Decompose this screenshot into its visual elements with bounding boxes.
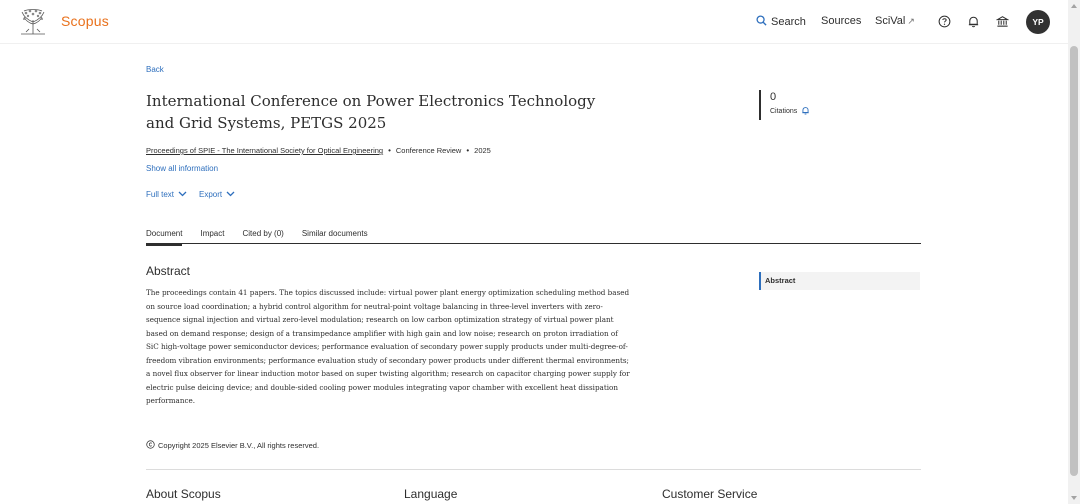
footer-language: Language (404, 487, 458, 501)
document-type: Conference Review (395, 146, 462, 155)
full-text-label: Full text (146, 190, 175, 199)
tab-impact[interactable]: Impact (191, 229, 233, 244)
export-label: Export (199, 190, 223, 199)
scival-nav-label: SciVal (875, 15, 906, 27)
document-actions: Full text Export (146, 190, 235, 199)
scroll-down-arrow-icon[interactable] (1071, 496, 1077, 500)
tab-cited-by[interactable]: Cited by (0) (233, 229, 292, 244)
footer-about-scopus: About Scopus (146, 487, 221, 501)
citation-alert-bell-icon[interactable] (801, 106, 810, 117)
meta-separator: • (466, 146, 470, 155)
citations-label: Citations (770, 108, 798, 115)
tab-document[interactable]: Document (146, 229, 191, 246)
source-title-link[interactable]: Proceedings of SPIE - The International … (146, 146, 383, 155)
chevron-down-icon (178, 190, 187, 199)
citations-label-row: Citations (770, 106, 810, 117)
scival-nav-link[interactable]: SciVal ↗ (875, 15, 915, 27)
export-button[interactable]: Export (199, 190, 235, 199)
abstract-text: The proceedings contain 41 papers. The t… (146, 288, 630, 405)
scroll-up-arrow-icon[interactable] (1071, 4, 1077, 8)
help-icon[interactable] (936, 13, 952, 29)
top-bar: Scopus Search Sources SciVal ↗ YP (0, 0, 1068, 44)
search-nav-link[interactable]: Search (756, 15, 806, 29)
document-meta: Proceedings of SPIE - The International … (146, 146, 491, 155)
document-tabs: Document Impact Cited by (0) Similar doc… (146, 229, 921, 246)
back-link[interactable]: Back (146, 65, 164, 74)
sources-nav-link[interactable]: Sources (821, 15, 861, 27)
publication-year: 2025 (474, 146, 491, 155)
page-scrollbar[interactable] (1068, 0, 1080, 504)
tab-similar-documents[interactable]: Similar documents (293, 229, 377, 244)
footer-customer-service: Customer Service (662, 487, 758, 501)
user-avatar[interactable]: YP (1026, 10, 1050, 34)
scopus-brand[interactable]: Scopus (61, 13, 109, 29)
search-icon (756, 15, 767, 29)
elsevier-logo[interactable] (18, 8, 48, 36)
show-all-information-link[interactable]: Show all information (146, 164, 218, 173)
meta-separator: • (388, 146, 391, 155)
institution-icon[interactable] (994, 13, 1010, 29)
full-text-button[interactable]: Full text (146, 190, 187, 199)
search-nav-label: Search (771, 16, 806, 28)
footer-divider (146, 469, 921, 470)
side-nav-abstract[interactable]: Abstract (759, 272, 920, 290)
copyright-icon (146, 440, 155, 451)
citation-count: 0 (770, 91, 777, 103)
abstract-heading: Abstract (146, 264, 191, 278)
notification-bell-icon[interactable] (965, 13, 981, 29)
scroll-thumb[interactable] (1070, 46, 1078, 476)
chevron-down-icon (226, 190, 235, 199)
external-link-icon: ↗ (907, 15, 915, 26)
citations-box: 0 Citations (759, 90, 810, 120)
document-title: International Conference on Power Electr… (146, 92, 596, 132)
copyright-text: Copyright 2025 Elsevier B.V., All rights… (158, 441, 320, 450)
copyright-notice: Copyright 2025 Elsevier B.V., All rights… (146, 440, 319, 451)
